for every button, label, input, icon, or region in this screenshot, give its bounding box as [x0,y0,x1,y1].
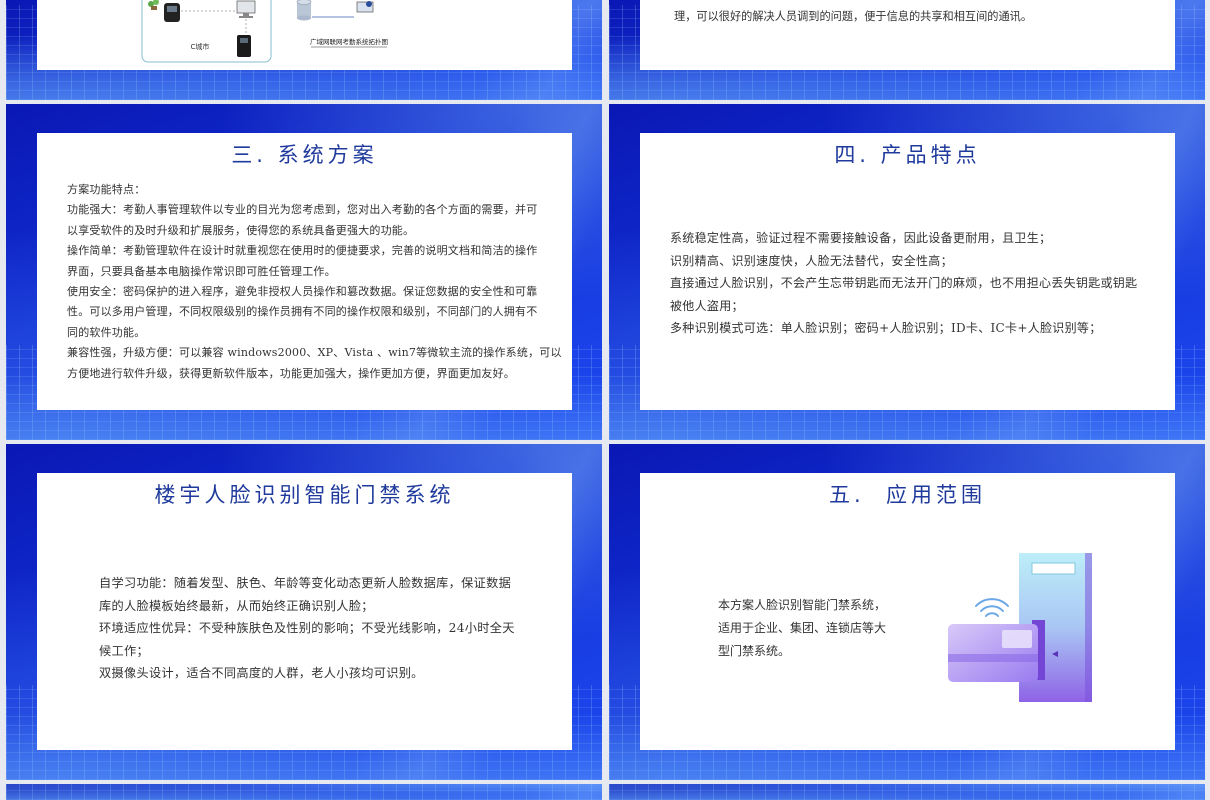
body-line: 库的人脸模板始终最新，从而始终正确识别人脸； [99,598,374,613]
body-line: 系统稳定性高，验证过程不需要接触设备，因此设备更耐用，且卫生； [670,231,1052,245]
slide-system-solution: 三. 系统方案 方案功能特点： 功能强大：考勤人事管理软件以专业的目光为您考虑到… [6,104,602,440]
city-label: C城市 [191,42,210,51]
body-line: 自学习功能：随着发型、肤色、年龄等变化动态更新人脸数据库，保证数据 [99,576,512,590]
slide-body: 方案功能特点： 功能强大：考勤人事管理软件以专业的目光为您考虑到，您对出入考勤的… [67,180,562,384]
display-slot-shape [1031,562,1076,575]
body-line: 性。可以多用户管理，不同权限级别的操作员拥有不同的操作权限和级别，不同部门的人拥… [67,305,538,319]
body-line: 多种识别模式可选：单人脸识别；密码+人脸识别；ID卡、IC卡+人脸识别等； [670,321,1102,335]
slide-card: 理，可以很好的解决人员调到的问题，便于信息的共享和相互间的通讯。 [640,0,1175,70]
slide-title: 楼宇人脸识别智能门禁系统 [154,483,455,507]
slide-card: 五. 应用范围 本方案人脸识别智能门禁系统， 适用于企业、集团、连锁店等大 型门… [640,473,1175,750]
body-line: 候工作； [99,643,149,658]
slide-body: 本方案人脸识别智能门禁系统， 适用于企业、集团、连锁店等大 型门禁系统。 [718,594,886,663]
body-line: 被他人盗用； [670,298,744,313]
slide-title: 三. 系统方案 [231,143,378,167]
slide-title: 五. 应用范围 [828,483,987,507]
slide-card: 楼宇人脸识别智能门禁系统 自学习功能：随着发型、肤色、年龄等变化动态更新人脸数据… [37,473,572,750]
access-control-door-card-icon [948,553,1092,702]
wifi-signal-icon [975,598,1009,617]
body-line: 同的软件功能。 [67,325,146,339]
diagram-caption: 广域网联网考勤系统拓扑图 [310,37,388,46]
slide-body: 自学习功能：随着发型、肤色、年龄等变化动态更新人脸数据库，保证数据 库的人脸模板… [99,572,515,685]
database-icon [296,0,312,21]
body-line: 功能强大：考勤人事管理软件以专业的目光为您考虑到，您对出入考勤的各个方面的需要，… [67,203,538,217]
body-line: 型门禁系统。 [718,644,791,658]
fingerprint-terminal-icon [164,3,180,22]
slide-body: 系统稳定性高，验证过程不需要接触设备，因此设备更耐用，且卫生； 识别精高、识别速… [670,227,1137,340]
body-line: 方便地进行软件升级，获得更新软件版本，功能更加强大，操作更加方便，界面更加友好。 [67,366,515,380]
slide-text-continuation: 理，可以很好的解决人员调到的问题，便于信息的共享和相互间的通讯。 [609,0,1205,100]
body-line: 以享受软件的及时升级和扩展服务，使得您的系统具备更强大的功能。 [67,223,415,237]
access-terminal-icon [237,35,251,57]
network-topology-diagram: C城市 广域网联网考勤系统拓扑图 [141,0,388,63]
slide-body: 理，可以很好的解决人员调到的问题，便于信息的共享和相互间的通讯。 [674,7,1032,27]
slide-card: C城市 广域网联网考勤系统拓扑图 [37,0,572,70]
slide-next [609,784,1205,800]
body-line: 直接通过人脸识别，不会产生忘带钥匙而无法开门的麻烦，也不用担心丢失钥匙或钥匙 [670,276,1138,290]
body-line: 双摄像头设计，适合不同高度的人群，老人小孩均可识别。 [99,666,424,680]
body-line: 理，可以很好的解决人员调到的问题，便于信息的共享和相互间的通讯。 [674,10,1033,23]
body-line: 适用于企业、集团、连锁店等大 [718,621,887,635]
slide-card: 三. 系统方案 方案功能特点： 功能强大：考勤人事管理软件以专业的目光为您考虑到… [37,133,572,410]
body-line: 识别精高、识别速度快，人脸无法替代，安全性高； [670,253,953,268]
slide-application-scope: 五. 应用范围 本方案人脸识别智能门禁系统， 适用于企业、集团、连锁店等大 型门… [609,444,1205,780]
slide-card: 四. 产品特点 系统稳定性高，验证过程不需要接触设备，因此设备更耐用，且卫生； … [640,133,1175,410]
slide-title: 四. 产品特点 [834,143,981,167]
body-line: 兼容性强，升级方便：可以兼容 windows2000、XP、Vista 、win… [67,346,562,360]
remote-user-computer-icon [356,1,374,13]
body-line: 环境适应性优异：不受种族肤色及性别的影响；不受光线影响，24小时全天 [99,621,515,635]
body-line: 方案功能特点： [67,183,146,196]
access-card-shape [948,624,1038,682]
body-line: 本方案人脸识别智能门禁系统， [718,598,887,612]
computer-icon [236,0,256,18]
slide-building-face-access: 楼宇人脸识别智能门禁系统 自学习功能：随着发型、肤色、年龄等变化动态更新人脸数据… [6,444,602,780]
slide-next [6,784,602,800]
body-line: 使用安全：密码保护的进入程序，避免非授权人员操作和篡改数据。保证您数据的安全性和… [67,285,538,299]
body-line: 操作简单：考勤管理软件在设计时就重视您在使用时的便捷要求，完善的说明文档和简洁的… [67,244,538,258]
body-line: 界面，只要具备基本电脑操作常识即可胜任管理工作。 [67,264,336,278]
plant-icon [148,0,159,10]
slide-product-features: 四. 产品特点 系统稳定性高，验证过程不需要接触设备，因此设备更耐用，且卫生； … [609,104,1205,440]
slide-topology-diagram: C城市 广域网联网考勤系统拓扑图 [6,0,602,100]
